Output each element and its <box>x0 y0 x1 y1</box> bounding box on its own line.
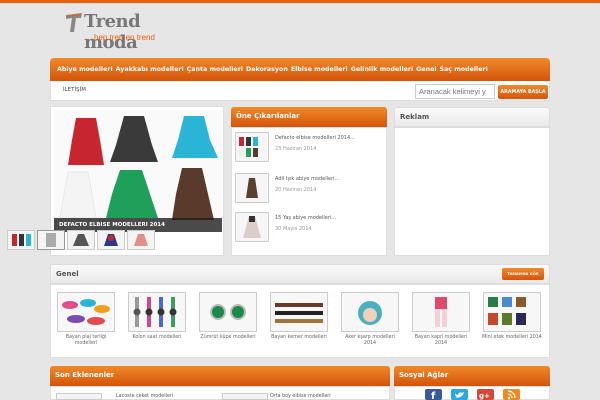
latest-item-image[interactable] <box>222 393 268 400</box>
genel-item-label[interactable]: Bayan kemer modelleri <box>268 335 330 341</box>
latest-heading: Son Eklenenler <box>50 366 390 386</box>
genel-item[interactable]: Bayan kemer modelleri <box>268 292 330 352</box>
search-input[interactable] <box>415 84 495 99</box>
logo-mark-icon <box>66 13 82 32</box>
social-panel <box>394 386 550 400</box>
slider-thumb[interactable] <box>37 230 65 250</box>
genel-item-image[interactable] <box>57 292 115 332</box>
genel-item-label[interactable]: Aker eşarp modelleri 2014 <box>339 335 401 347</box>
genel-item-label[interactable]: Mini etek modelleri 2014 <box>481 335 543 341</box>
genel-panel: Bayan plaj terliği modelleri Kolon saat … <box>50 284 550 358</box>
featured-item-image[interactable] <box>235 132 269 162</box>
social-heading: Sosyal Ağlar <box>394 366 550 386</box>
genel-item-label[interactable]: Zümrüt küpe modelleri <box>197 335 259 341</box>
featured-item[interactable]: 15 Yaş abiye modelleri... 30 Mayıs 2014 <box>235 212 385 246</box>
slider-thumb[interactable] <box>97 230 125 250</box>
ad-panel <box>394 127 550 256</box>
featured-item[interactable]: Adil Işık abiye modelleri... 20 Haziran … <box>235 173 385 207</box>
site-logo[interactable]: Trend moda hep tren en trend <box>62 9 172 53</box>
latest-item-image[interactable] <box>56 393 102 400</box>
featured-item-date: 20 Haziran 2014 <box>275 187 317 193</box>
nav-item-canta[interactable]: Çanta modelleri <box>187 66 243 73</box>
slider-thumbnails <box>7 230 155 250</box>
logo-tagline: hep tren en trend <box>94 33 155 42</box>
latest-item-title[interactable]: Lacoste ceket modelleri <box>116 394 173 399</box>
nav-item-abiye[interactable]: Abiye modelleri <box>57 66 113 73</box>
featured-item-date: 30 Mayıs 2014 <box>275 226 312 232</box>
slider-thumb[interactable] <box>127 230 155 250</box>
nav-item-gelinlik[interactable]: Gelinlik modelleri <box>351 66 413 73</box>
genel-item-label[interactable]: Bayan plaj terliği modelleri <box>55 335 117 347</box>
svg-text:f: f <box>431 391 436 400</box>
nav-item-ayakkabi[interactable]: Ayakkabı modelleri <box>116 66 184 73</box>
genel-item[interactable]: Kolon saat modelleri <box>126 292 188 352</box>
latest-item-title[interactable]: Orta boy elbise modelleri <box>270 394 331 399</box>
genel-item[interactable]: Aker eşarp modelleri 2014 <box>339 292 401 352</box>
genel-item-image[interactable] <box>412 292 470 332</box>
slider-thumb[interactable] <box>67 230 95 250</box>
genel-item-image[interactable] <box>199 292 257 332</box>
featured-item-image[interactable] <box>235 173 269 203</box>
genel-item[interactable]: Zümrüt küpe modelleri <box>197 292 259 352</box>
featured-panel: Defacto elbise modelleri 2014... 23 Hazi… <box>231 127 387 256</box>
logo-title: Trend moda <box>84 11 141 53</box>
contact-link[interactable]: İLETİŞİM <box>63 87 86 93</box>
genel-item-image[interactable] <box>483 292 541 332</box>
nav-item-sac[interactable]: Saç modelleri <box>440 66 488 73</box>
genel-item-label[interactable]: Kolon saat modelleri <box>126 335 188 341</box>
featured-item[interactable]: Defacto elbise modelleri 2014... 23 Hazi… <box>235 132 385 166</box>
facebook-icon[interactable]: f <box>425 389 442 400</box>
twitter-icon[interactable] <box>451 389 468 400</box>
featured-item-date: 23 Haziran 2014 <box>275 146 317 152</box>
genel-item-label[interactable]: Bayan kapri modelleri 2014 <box>410 335 472 347</box>
featured-item-image[interactable] <box>235 212 269 242</box>
genel-item-image[interactable] <box>128 292 186 332</box>
nav-item-genel[interactable]: Genel <box>416 66 436 73</box>
see-all-button[interactable]: TAMAMINI GÖR <box>502 268 544 280</box>
featured-item-title[interactable]: Adil Işık abiye modelleri... <box>275 176 339 182</box>
search-button[interactable]: ARAMAYA BAŞLA <box>498 85 548 99</box>
main-nav: Abiye modelleri Ayakkabı modelleri Çanta… <box>50 58 550 81</box>
featured-item-title[interactable]: 15 Yaş abiye modelleri... <box>275 215 336 221</box>
featured-heading: Öne Çıkarılanlar <box>231 107 387 127</box>
genel-item[interactable]: Bayan kapri modelleri 2014 <box>410 292 472 352</box>
slider-thumb[interactable] <box>7 230 35 250</box>
genel-item[interactable]: Bayan plaj terliği modelleri <box>55 292 117 352</box>
genel-heading: Genel <box>50 264 550 284</box>
svg-text:g+: g+ <box>479 392 490 400</box>
google-plus-icon[interactable]: g+ <box>477 389 494 400</box>
ad-heading: Reklam <box>394 107 550 127</box>
slide-image[interactable] <box>54 110 222 232</box>
rss-icon[interactable] <box>503 389 520 400</box>
nav-item-dekorasyon[interactable]: Dekorasyon <box>246 66 288 73</box>
genel-item-image[interactable] <box>270 292 328 332</box>
dresses-illustration <box>59 116 218 220</box>
nav-item-elbise[interactable]: Elbise modelleri <box>291 66 348 73</box>
genel-item[interactable]: Mini etek modelleri 2014 <box>481 292 543 352</box>
top-accent-line <box>0 0 600 3</box>
featured-item-title[interactable]: Defacto elbise modelleri 2014... <box>275 135 355 141</box>
genel-item-image[interactable] <box>341 292 399 332</box>
